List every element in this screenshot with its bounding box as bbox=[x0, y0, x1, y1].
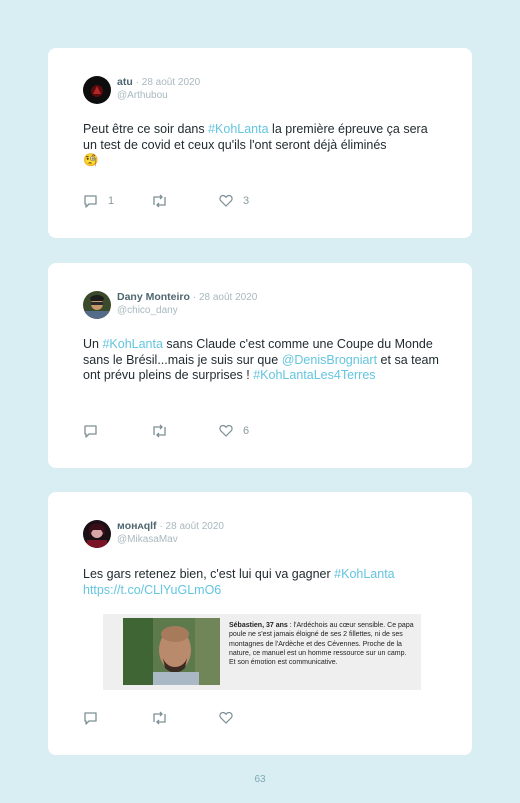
emoji: 🧐 bbox=[83, 153, 99, 167]
media-caption: Sébastien, 37 ans : l'Ardéchois au cœur … bbox=[229, 622, 414, 667]
tweet-date: · 28 août 2020 bbox=[159, 521, 224, 532]
tweet-text: Les gars retenez bien, c'est lui qui va … bbox=[83, 567, 395, 597]
tweet-card: ᴍᴏʜᴀqlf · 28 août 2020 @MikasaMav Les ga… bbox=[48, 492, 472, 755]
tweet-date: · 28 août 2020 bbox=[135, 77, 201, 88]
author-handle: @chico_dany bbox=[117, 305, 178, 316]
like-icon bbox=[219, 424, 233, 437]
retweet-icon bbox=[153, 711, 166, 725]
tweet-card: Dany Monteiro · 28 août 2020 @chico_dany… bbox=[48, 263, 472, 468]
reply-icon bbox=[84, 425, 97, 438]
reply-icon bbox=[84, 712, 97, 725]
author-name[interactable]: atu bbox=[117, 76, 133, 88]
author-handle: @MikasaMav bbox=[117, 534, 178, 545]
like-count: 6 bbox=[243, 424, 250, 437]
contestant-photo bbox=[123, 618, 220, 685]
hashtag-link[interactable]: #KohLanta bbox=[334, 567, 394, 581]
reply-button[interactable] bbox=[83, 424, 108, 438]
retweet-button[interactable] bbox=[151, 194, 178, 208]
like-button[interactable] bbox=[219, 711, 243, 724]
avatar[interactable] bbox=[83, 291, 111, 319]
retweet-icon bbox=[153, 424, 166, 438]
tweet-media[interactable]: Sébastien, 37 ans : l'Ardéchois au cœur … bbox=[103, 614, 421, 690]
like-icon bbox=[219, 194, 233, 207]
tweet-url-link[interactable]: https://t.co/CLlYuGLmO6 bbox=[83, 583, 221, 597]
author-name[interactable]: ᴍᴏʜᴀqlf bbox=[117, 520, 157, 532]
retweet-button[interactable] bbox=[151, 424, 178, 438]
retweet-icon bbox=[153, 194, 166, 208]
hashtag-link[interactable]: #KohLantaLes4Terres bbox=[253, 368, 375, 382]
hashtag-link[interactable]: #KohLanta bbox=[208, 122, 268, 136]
like-count: 3 bbox=[243, 194, 250, 207]
like-icon bbox=[219, 711, 233, 724]
tweet-actions: 1 3 bbox=[83, 194, 343, 210]
tweet-text: Un #KohLanta sans Claude c'est comme une… bbox=[83, 337, 439, 382]
reply-button[interactable] bbox=[83, 711, 108, 725]
tweet-actions: 6 bbox=[83, 424, 343, 440]
author-name[interactable]: Dany Monteiro bbox=[117, 291, 190, 303]
avatar[interactable] bbox=[83, 520, 111, 548]
avatar[interactable] bbox=[83, 76, 111, 104]
reply-icon bbox=[84, 195, 97, 208]
retweet-button[interactable] bbox=[151, 711, 178, 725]
like-button[interactable]: 3 bbox=[219, 194, 249, 207]
tweet-actions bbox=[83, 711, 343, 727]
page-number: 63 bbox=[254, 774, 266, 785]
tweet-date: · 28 août 2020 bbox=[192, 292, 258, 303]
tweet-card: atu · 28 août 2020 @Arthubou Peut être c… bbox=[48, 48, 472, 238]
mention-link[interactable]: @DenisBrogniart bbox=[282, 353, 377, 367]
reply-button[interactable]: 1 bbox=[83, 194, 114, 208]
author-handle: @Arthubou bbox=[117, 90, 168, 101]
hashtag-link[interactable]: #KohLanta bbox=[102, 337, 162, 351]
like-button[interactable]: 6 bbox=[219, 424, 249, 437]
tweet-text: Peut être ce soir dans #KohLanta la prem… bbox=[83, 122, 428, 167]
reply-count: 1 bbox=[108, 195, 115, 207]
